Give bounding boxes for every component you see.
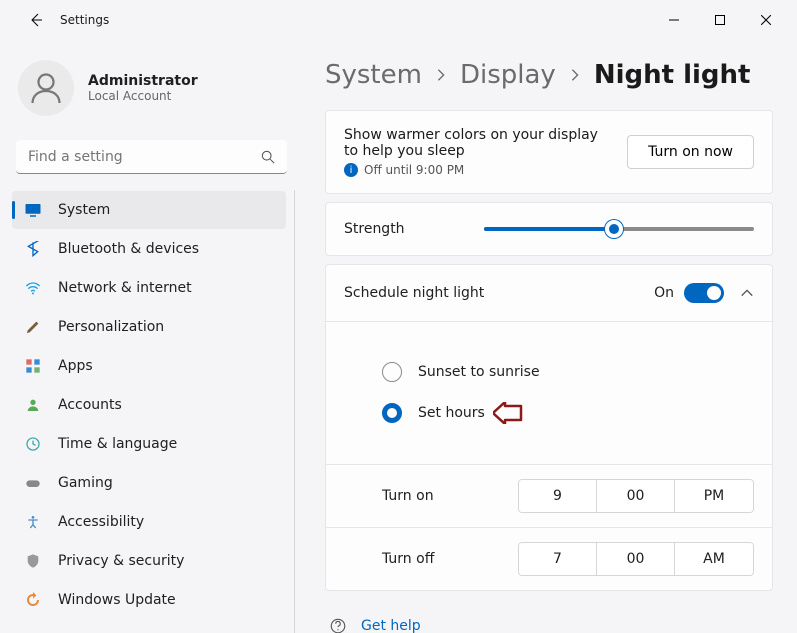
turn-off-period[interactable]: AM — [675, 543, 753, 575]
radio-sethours-label: Set hours — [418, 405, 485, 421]
info-text: Show warmer colors on your display to he… — [344, 127, 604, 159]
sidebar-item-label: Bluetooth & devices — [58, 241, 199, 257]
sidebar-item-label: Accessibility — [58, 514, 144, 530]
sidebar: Administrator Local Account System Blueto… — [0, 40, 295, 633]
status-text: Off until 9:00 PM — [364, 163, 464, 177]
schedule-toggle[interactable] — [684, 283, 724, 303]
strength-card: Strength — [325, 202, 773, 256]
strength-slider[interactable] — [484, 221, 754, 237]
sidebar-item-label: Apps — [58, 358, 93, 374]
sidebar-item-privacy[interactable]: Privacy & security — [12, 542, 286, 580]
sidebar-item-bluetooth[interactable]: Bluetooth & devices — [12, 230, 286, 268]
sidebar-item-label: Time & language — [58, 436, 177, 452]
radio-sunset-label: Sunset to sunrise — [418, 364, 540, 380]
person-icon — [28, 70, 64, 106]
info-icon: i — [344, 163, 358, 177]
network-icon — [24, 279, 42, 297]
sidebar-item-accessibility[interactable]: Accessibility — [12, 503, 286, 541]
info-card: Show warmer colors on your display to he… — [325, 110, 773, 194]
titlebar: Settings — [0, 0, 797, 40]
chevron-up-icon[interactable] — [740, 286, 754, 300]
sidebar-item-label: Network & internet — [58, 280, 192, 296]
radio-sunset-row[interactable]: Sunset to sunrise — [382, 362, 752, 382]
sidebar-item-personalization[interactable]: Personalization — [12, 308, 286, 346]
help-label: Get help — [361, 618, 421, 633]
accessibility-icon — [24, 513, 42, 531]
system-icon — [24, 201, 42, 219]
turn-on-row: Turn on 9 00 PM — [326, 464, 772, 527]
slider-fill — [484, 227, 614, 231]
maximize-icon — [715, 15, 725, 25]
turn-on-period[interactable]: PM — [675, 480, 753, 512]
sidebar-item-apps[interactable]: Apps — [12, 347, 286, 385]
close-button[interactable] — [743, 0, 789, 40]
chevron-right-icon — [568, 68, 582, 82]
app-title: Settings — [60, 13, 109, 27]
gaming-icon — [24, 474, 42, 492]
personalization-icon — [24, 318, 42, 336]
avatar — [18, 60, 74, 116]
search-input[interactable] — [16, 140, 287, 174]
sidebar-item-gaming[interactable]: Gaming — [12, 464, 286, 502]
schedule-label: Schedule night light — [344, 285, 654, 301]
sidebar-item-label: Gaming — [58, 475, 113, 491]
slider-thumb[interactable] — [605, 220, 623, 238]
time-icon — [24, 435, 42, 453]
turn-off-row: Turn off 7 00 AM — [326, 527, 772, 590]
turn-off-minute[interactable]: 00 — [597, 543, 675, 575]
turn-on-minute[interactable]: 00 — [597, 480, 675, 512]
turn-on-label: Turn on — [382, 488, 518, 504]
user-block[interactable]: Administrator Local Account — [12, 48, 295, 136]
close-icon — [761, 15, 771, 25]
get-help-link[interactable]: Get help — [325, 617, 773, 633]
turn-on-now-button[interactable]: Turn on now — [627, 135, 754, 169]
breadcrumb-system[interactable]: System — [325, 60, 422, 90]
radio-sethours[interactable] — [382, 403, 402, 423]
annotation-arrow-icon — [493, 402, 523, 424]
maximize-button[interactable] — [697, 0, 743, 40]
sidebar-item-label: Windows Update — [58, 592, 176, 608]
sidebar-item-accounts[interactable]: Accounts — [12, 386, 286, 424]
accounts-icon — [24, 396, 42, 414]
sidebar-item-label: Privacy & security — [58, 553, 184, 569]
minimize-button[interactable] — [651, 0, 697, 40]
radio-sethours-row[interactable]: Set hours — [382, 402, 752, 424]
update-icon — [24, 591, 42, 609]
arrow-left-icon — [28, 12, 44, 28]
breadcrumb: System Display Night light — [325, 60, 773, 90]
sidebar-item-label: Personalization — [58, 319, 164, 335]
window-controls — [651, 0, 789, 40]
page-title: Night light — [594, 60, 751, 90]
toggle-state-text: On — [654, 285, 674, 301]
nav-list: System Bluetooth & devices Network & inter… — [12, 190, 295, 633]
sidebar-item-time[interactable]: Time & language — [12, 425, 286, 463]
breadcrumb-display[interactable]: Display — [460, 60, 556, 90]
bluetooth-icon — [24, 240, 42, 258]
radio-sunset[interactable] — [382, 362, 402, 382]
strength-label: Strength — [344, 221, 484, 237]
turn-off-label: Turn off — [382, 551, 518, 567]
turn-on-hour[interactable]: 9 — [519, 480, 597, 512]
chevron-right-icon — [434, 68, 448, 82]
user-sub: Local Account — [88, 89, 198, 103]
turn-off-hour[interactable]: 7 — [519, 543, 597, 575]
minimize-icon — [669, 15, 679, 25]
apps-icon — [24, 357, 42, 375]
help-icon — [329, 617, 347, 633]
sidebar-item-label: Accounts — [58, 397, 122, 413]
back-button[interactable] — [20, 4, 52, 36]
search-icon — [261, 150, 275, 164]
privacy-icon — [24, 552, 42, 570]
sidebar-item-update[interactable]: Windows Update — [12, 581, 286, 619]
user-name: Administrator — [88, 73, 198, 89]
sidebar-item-network[interactable]: Network & internet — [12, 269, 286, 307]
main-panel: System Display Night light Show warmer c… — [295, 40, 797, 633]
sidebar-item-system[interactable]: System — [12, 191, 286, 229]
sidebar-item-label: System — [58, 202, 110, 218]
schedule-card: Schedule night light On Sunset to sunris… — [325, 264, 773, 591]
